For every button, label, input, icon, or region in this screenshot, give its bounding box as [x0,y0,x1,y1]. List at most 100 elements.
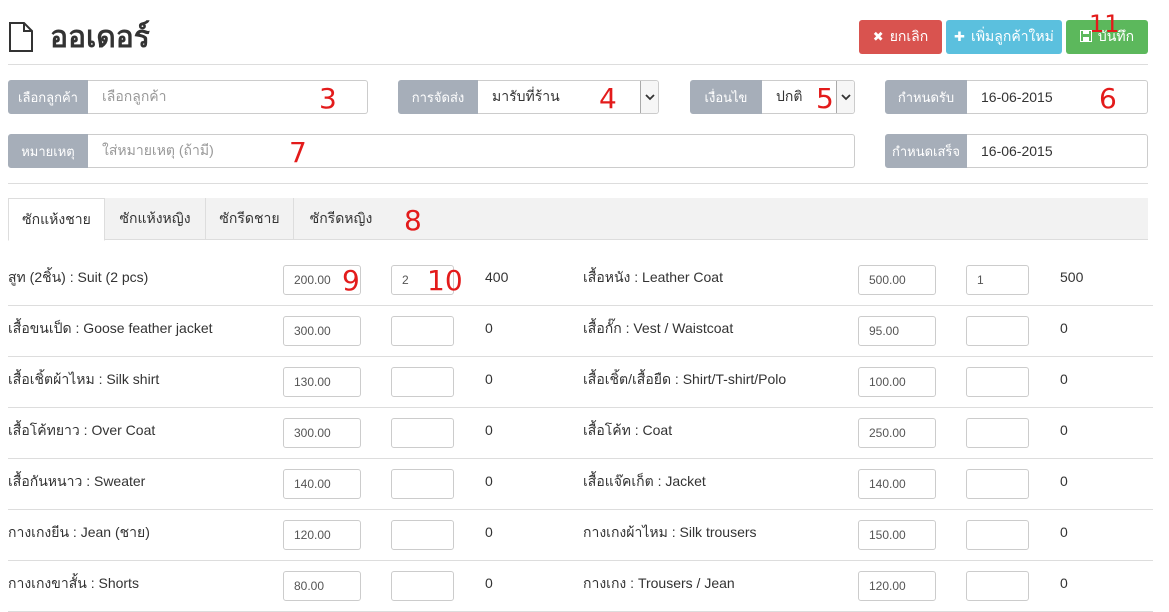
item-total: 0 [1060,524,1068,540]
price-input[interactable]: 140.00 [858,469,936,499]
item-name: กางเกงผ้าไหม : Silk trousers [583,524,757,540]
callout-8: 8 [404,204,422,237]
price-input[interactable]: 150.00 [858,520,936,550]
tab-wash-iron-men[interactable]: ซักรีดชาย [206,198,294,240]
price-input[interactable]: 300.00 [283,418,361,448]
item-name: เสื้อแจ๊คเก็ต : Jacket [583,473,706,489]
pickup-date-label: กำหนดรับ [885,80,967,114]
row-divider [8,407,1153,408]
customer-group: เลือกลูกค้า เลือกลูกค้า [8,80,368,114]
item-total: 0 [1060,371,1068,387]
customer-label: เลือกลูกค้า [8,80,88,114]
item-name: เสื้อกันหนาว : Sweater [8,473,146,489]
item-total: 0 [485,422,493,438]
row-divider [8,509,1153,510]
callout-6: 6 [1099,82,1117,115]
price-input[interactable]: 120.00 [283,520,361,550]
chevron-down-icon[interactable] [640,81,658,113]
price-input[interactable]: 500.00 [858,265,936,295]
quantity-input[interactable] [966,571,1029,601]
add-customer-button-label: เพิ่มลูกค้าใหม่ [971,28,1054,44]
price-input[interactable]: 95.00 [858,316,936,346]
item-total: 0 [485,320,493,336]
callout-5: 5 [816,82,834,115]
quantity-input[interactable] [966,367,1029,397]
quantity-input[interactable] [966,418,1029,448]
delivery-select[interactable]: มารับที่ร้าน [478,80,659,114]
quantity-input[interactable] [391,316,454,346]
item-name: เสื้อกั๊ก : Vest / Waistcoat [583,320,734,336]
price-input[interactable]: 100.00 [858,367,936,397]
item-name: กางเกง : Trousers / Jean [583,575,735,591]
quantity-input[interactable] [966,316,1029,346]
add-customer-button[interactable]: ✚ เพิ่มลูกค้าใหม่ [946,20,1062,54]
item-total: 0 [485,371,493,387]
file-icon [8,22,34,55]
condition-select[interactable]: ปกติ [762,80,855,114]
callout-9: 9 [342,264,360,297]
quantity-input[interactable] [391,571,454,601]
quantity-input[interactable] [966,520,1029,550]
tab-dry-clean-men[interactable]: ซักแห้งชาย [8,198,105,241]
item-total: 0 [485,575,493,591]
item-total: 0 [1060,320,1068,336]
price-input[interactable]: 140.00 [283,469,361,499]
tab-dry-clean-women[interactable]: ซักแห้งหญิง [105,198,206,240]
delivery-select-value: มารับที่ร้าน [492,88,560,104]
cancel-button[interactable]: ✖ ยกเลิก [859,20,942,54]
page-title: ออเดอร์ [50,21,150,54]
callout-10: 10 [427,264,463,297]
divider [8,64,1148,65]
price-input[interactable]: 120.00 [858,571,936,601]
tab-wash-iron-women[interactable]: ซักรีดหญิง [294,198,388,240]
category-tabs: ซักแห้งชาย ซักแห้งหญิง ซักรีดชาย ซักรีดห… [8,198,1148,241]
finish-date-label: กำหนดเสร็จ [885,134,967,168]
quantity-input[interactable] [391,367,454,397]
row-divider [8,356,1153,357]
item-name: กางเกงยีน : Jean (ชาย) [8,524,150,540]
item-name: กางเกงขาสั้น : Shorts [8,575,139,591]
row-divider [8,305,1153,306]
price-input[interactable]: 250.00 [858,418,936,448]
divider [8,183,1148,184]
item-name: เสื้อหนัง : Leather Coat [583,269,723,285]
item-name: เสื้อเชิ้ตผ้าไหม : Silk shirt [8,371,160,387]
page-header: ออเดอร์ ✖ ยกเลิก ✚ เพิ่มลูกค้าใหม่ บันทึ… [0,0,1169,64]
finish-date-input[interactable]: 16-06-2015 [967,134,1148,168]
condition-select-value: ปกติ [776,88,803,104]
plus-icon: ✚ [954,29,966,44]
item-total: 0 [1060,422,1068,438]
item-total: 500 [1060,269,1084,285]
callout-11: 11 [1089,10,1120,38]
item-name: เสื้อโค้ท : Coat [583,422,673,438]
note-input[interactable]: ใส่หมายเหตุ (ถ้ามี) [88,134,855,168]
note-group: หมายเหตุ ใส่หมายเหตุ (ถ้ามี) [8,134,855,168]
quantity-input[interactable] [966,469,1029,499]
item-total: 400 [485,269,509,285]
price-input[interactable]: 80.00 [283,571,361,601]
row-divider [8,560,1153,561]
close-icon: ✖ [872,29,884,44]
callout-3: 3 [319,82,337,115]
callout-4: 4 [599,82,617,115]
chevron-down-icon[interactable] [836,81,854,113]
row-divider [8,458,1153,459]
delivery-group: การจัดส่ง มารับที่ร้าน [398,80,659,114]
item-name: เสื้อขนเป็ด : Goose feather jacket [8,320,213,336]
pickup-date-input[interactable]: 16-06-2015 [967,80,1148,114]
quantity-input[interactable] [391,469,454,499]
condition-label: เงื่อนไข [690,80,762,114]
item-total: 0 [1060,473,1068,489]
item-name: สูท (2ชิ้น) : Suit (2 pcs) [8,269,149,285]
note-label: หมายเหตุ [8,134,88,168]
item-total: 0 [1060,575,1068,591]
callout-7: 7 [289,136,307,169]
price-input[interactable]: 130.00 [283,367,361,397]
delivery-label: การจัดส่ง [398,80,478,114]
item-name: เสื้อโค้ทยาว : Over Coat [8,422,156,438]
quantity-input[interactable] [391,520,454,550]
price-input[interactable]: 300.00 [283,316,361,346]
quantity-input[interactable] [391,418,454,448]
item-name: เสื้อเชิ้ต/เสื้อยืด : Shirt/T-shirt/Polo [583,371,787,387]
quantity-input[interactable]: 1 [966,265,1029,295]
